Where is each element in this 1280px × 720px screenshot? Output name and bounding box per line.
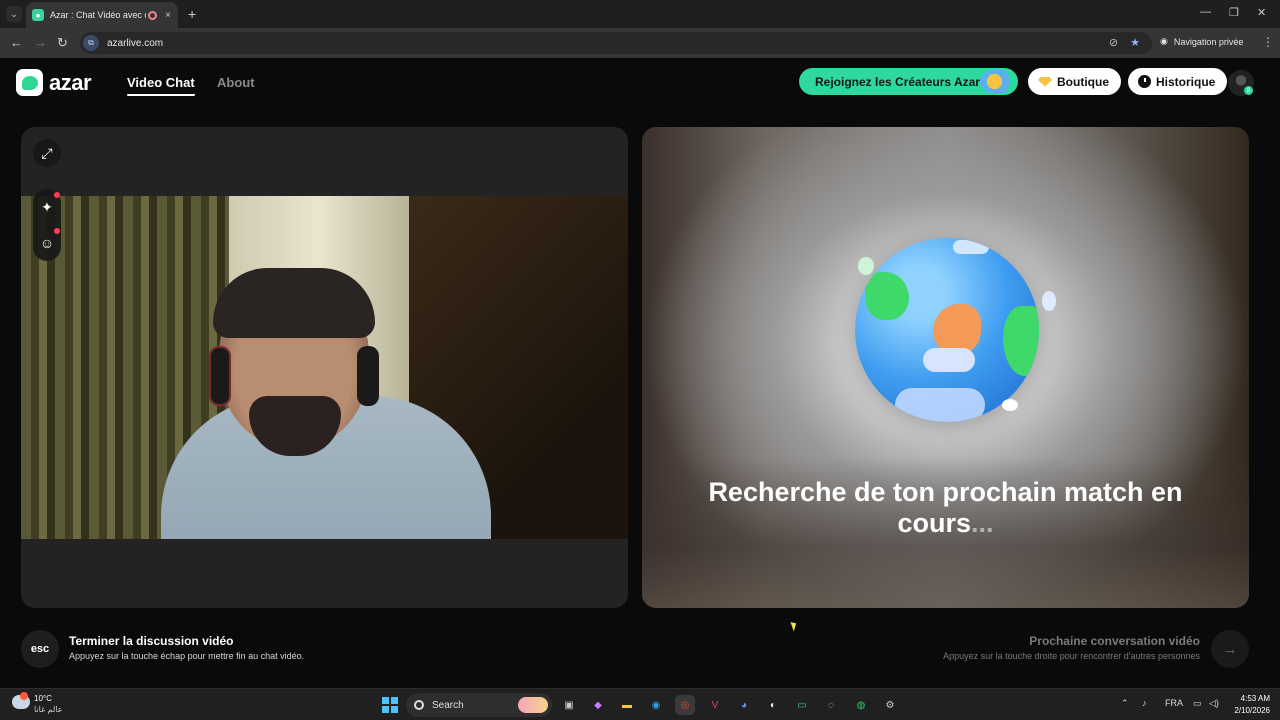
volume-icon[interactable]: ◁) xyxy=(1209,698,1219,709)
creators-illustration-icon xyxy=(980,69,1016,94)
incognito-icon: ◉ xyxy=(1160,36,1168,46)
nav-about[interactable]: About xyxy=(217,75,255,90)
nav-video-chat[interactable]: Video Chat xyxy=(127,75,195,96)
app-v-icon[interactable]: V xyxy=(705,695,725,715)
next-chat-title: Prochaine conversation vidéo xyxy=(1029,634,1200,648)
copilot-icon[interactable]: ◆ xyxy=(588,695,608,715)
address-bar[interactable]: ⧉ azarlive.com ⊘ ★ xyxy=(80,32,1152,54)
chrome-icon[interactable]: ◎ xyxy=(675,695,695,715)
weather-location[interactable]: عالم غانا xyxy=(34,705,62,714)
incognito-label: Navigation privée xyxy=(1173,36,1244,47)
tracking-protection-icon[interactable]: ⊘ xyxy=(1109,36,1118,49)
search-label: Search xyxy=(432,699,464,711)
url-text[interactable]: azarlive.com xyxy=(107,38,163,49)
close-window-button[interactable]: ✕ xyxy=(1257,6,1266,19)
discord-icon[interactable]: ◕ xyxy=(734,695,754,715)
weather-temperature[interactable]: 10°C xyxy=(34,694,52,703)
avatar-badge: 8 xyxy=(1244,86,1253,95)
new-tab-button[interactable]: + xyxy=(188,6,196,22)
globe-icon xyxy=(852,231,1056,431)
remote-video-panel: Recherche de ton prochain match en cours… xyxy=(642,127,1249,608)
incognito-indicator[interactable]: ◉ Navigation privée xyxy=(1160,36,1243,47)
browser-menu-icon[interactable]: ⋮ xyxy=(1262,35,1274,49)
settings-gear-icon[interactable]: ⚙ xyxy=(880,695,900,715)
end-chat-title: Terminer la discussion vidéo xyxy=(69,634,234,648)
mouse-cursor-icon xyxy=(790,620,799,632)
network-icon[interactable]: ▭ xyxy=(1193,698,1202,709)
whatsapp-icon[interactable]: ◍ xyxy=(851,695,871,715)
end-chat-subtitle: Appuyez sur la touche échap pour mettre … xyxy=(69,651,305,661)
microphone-icon[interactable]: ♪ xyxy=(1142,698,1147,708)
browser-toolbar: ← → ↻ ⧉ azarlive.com ⊘ ★ ◉ Navigation pr… xyxy=(0,28,1280,58)
next-chat-subtitle: Appuyez sur la touche droite pour rencon… xyxy=(943,651,1200,661)
bookmark-star-icon[interactable]: ★ xyxy=(1130,36,1140,49)
shop-button[interactable]: Boutique xyxy=(1028,68,1121,95)
site-header: azar Video Chat About Rejoignez les Créa… xyxy=(0,58,1280,108)
recording-icon xyxy=(148,10,157,20)
taskbar: 10°C عالم غانا Search ▣ ◆ ▬ ◉ ◎ V ◕ ◐ ▭ … xyxy=(0,688,1280,720)
matching-status-label: Recherche de ton prochain match en cours xyxy=(708,477,1183,538)
tab-close-icon[interactable]: × xyxy=(165,10,171,21)
search-highlight-icon xyxy=(518,697,548,713)
minimize-button[interactable]: — xyxy=(1200,6,1211,18)
gem-icon xyxy=(1038,76,1052,87)
tray-overflow-icon[interactable]: ⌃ xyxy=(1121,698,1129,709)
azar-logo[interactable]: azar xyxy=(16,69,92,96)
weather-alert-badge xyxy=(20,692,28,700)
reload-icon[interactable]: ↻ xyxy=(57,35,68,51)
notification-dot xyxy=(54,192,60,198)
next-chat-button[interactable]: → xyxy=(1211,630,1249,668)
matching-status-text: Recherche de ton prochain match en cours… xyxy=(682,477,1209,539)
history-button[interactable]: Historique xyxy=(1128,68,1228,95)
clock-time[interactable]: 4:53 AM xyxy=(1236,694,1270,703)
history-label: Historique xyxy=(1156,74,1216,89)
local-video-panel: ⤢ ✦ ☺ xyxy=(21,127,628,608)
browser-tab-bar: ⌄ ● Azar : Chat Vidéo avec de n × + — ❐ … xyxy=(0,0,1280,28)
notification-dot xyxy=(54,228,60,234)
logo-icon xyxy=(16,69,43,96)
app-recorder-icon[interactable]: ◌ xyxy=(821,695,841,715)
browser-tab[interactable]: ● Azar : Chat Vidéo avec de n × xyxy=(26,2,178,28)
maximize-button[interactable]: ❐ xyxy=(1229,6,1239,19)
terminal-icon[interactable]: ▭ xyxy=(792,695,812,715)
taskbar-search[interactable]: Search xyxy=(406,693,552,717)
logo-text: azar xyxy=(49,69,92,95)
task-view-icon[interactable]: ▣ xyxy=(559,695,579,715)
back-icon[interactable]: ← xyxy=(10,35,23,50)
join-creators-label: Rejoignez les Créateurs Azar xyxy=(815,74,980,89)
join-creators-button[interactable]: Rejoignez les Créateurs Azar xyxy=(799,68,1018,95)
azar-favicon-icon: ● xyxy=(32,9,44,21)
tab-search-icon[interactable]: ⌄ xyxy=(6,6,22,22)
language-indicator[interactable]: FRA xyxy=(1165,698,1183,708)
expand-icon[interactable]: ⤢ xyxy=(33,139,61,167)
windows-start-icon[interactable] xyxy=(382,697,398,713)
edge-icon[interactable]: ◉ xyxy=(646,695,666,715)
tab-title: Azar : Chat Vidéo avec de n xyxy=(50,10,146,20)
clock-date[interactable]: 2/10/2026 xyxy=(1228,706,1270,715)
loading-dots: ... xyxy=(971,508,994,538)
shop-label: Boutique xyxy=(1057,74,1109,89)
site-info-icon[interactable]: ⧉ xyxy=(83,35,99,51)
clock-icon xyxy=(1138,75,1151,88)
app-circle-icon[interactable]: ◐ xyxy=(763,695,783,715)
end-chat-button[interactable]: esc xyxy=(21,630,59,668)
forward-icon[interactable]: → xyxy=(34,35,47,50)
search-icon xyxy=(414,700,424,710)
effects-toolbar: ✦ ☺ xyxy=(33,189,61,261)
file-explorer-icon[interactable]: ▬ xyxy=(617,695,637,715)
local-camera-feed xyxy=(21,196,628,539)
